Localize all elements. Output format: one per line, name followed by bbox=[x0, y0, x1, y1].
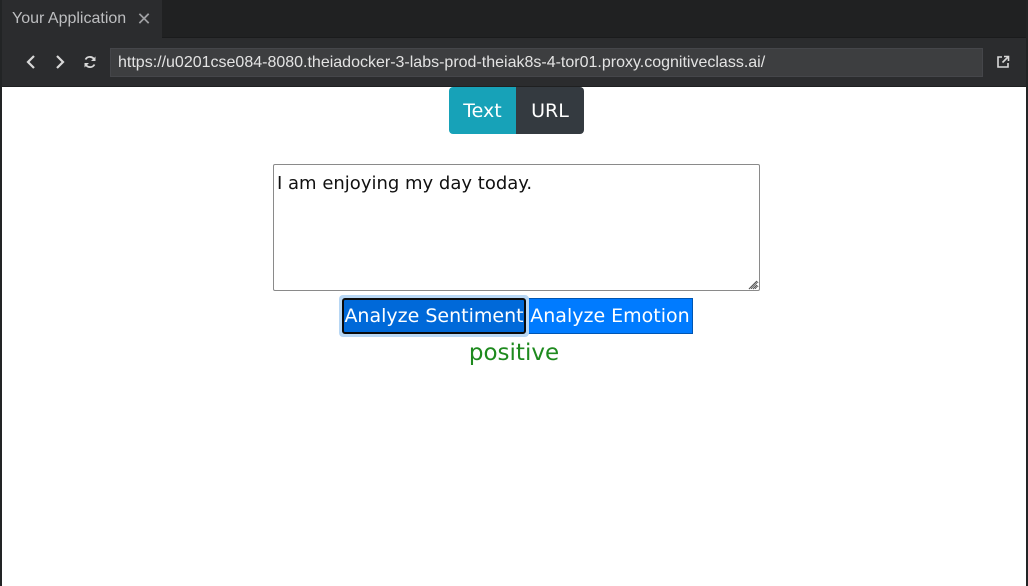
resize-grip-icon[interactable] bbox=[746, 278, 758, 290]
text-mode-button[interactable]: Text bbox=[449, 87, 516, 134]
url-mode-button[interactable]: URL bbox=[516, 87, 584, 134]
tab-strip: Your Application ✕ bbox=[2, 0, 1026, 38]
url-input[interactable]: https://u0201cse084-8080.theiadocker-3-l… bbox=[110, 48, 983, 77]
mode-toggle-group: Text URL bbox=[449, 87, 584, 134]
external-link-icon[interactable] bbox=[994, 53, 1012, 71]
chevron-left-icon[interactable] bbox=[22, 52, 40, 72]
text-to-analyze-input[interactable]: I am enjoying my day today. bbox=[273, 164, 760, 291]
analyze-sentiment-button[interactable]: Analyze Sentiment bbox=[342, 298, 526, 334]
reload-icon[interactable] bbox=[81, 52, 99, 72]
analyze-buttons: Analyze Sentiment Analyze Emotion bbox=[339, 295, 693, 337]
tab-title: Your Application bbox=[12, 10, 127, 27]
app-content: Text URL I am enjoying my day today. Ana… bbox=[2, 87, 1026, 586]
browser-toolbar: https://u0201cse084-8080.theiadocker-3-l… bbox=[2, 38, 1026, 87]
analyze-sentiment-focus-ring: Analyze Sentiment bbox=[339, 295, 529, 337]
close-icon[interactable]: ✕ bbox=[136, 10, 152, 28]
chevron-right-icon[interactable] bbox=[51, 52, 69, 72]
sentiment-result: positive bbox=[468, 340, 560, 366]
browser-window: Your Application ✕ https://u0201cse084-8… bbox=[0, 0, 1028, 586]
tab-your-application[interactable]: Your Application ✕ bbox=[2, 0, 162, 38]
analyze-emotion-button[interactable]: Analyze Emotion bbox=[527, 298, 693, 334]
